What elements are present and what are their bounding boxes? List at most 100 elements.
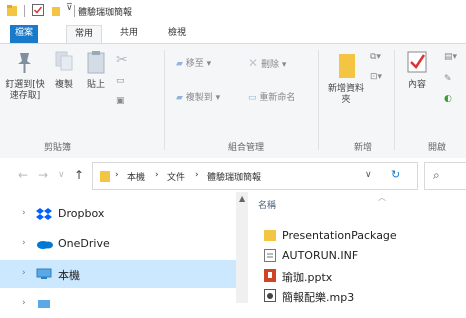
- column-header-name[interactable]: 名稱: [258, 198, 276, 211]
- address-box[interactable]: › 本機 › 文件 › 體驗瑞珈簡報 ∨ ↻: [92, 162, 418, 190]
- properties-icon: [407, 51, 427, 73]
- group-clipboard-label: 剪貼簿: [44, 143, 72, 153]
- file-name: PresentationPackage: [282, 229, 397, 242]
- nav-item-onedrive[interactable]: › OneDrive: [0, 230, 236, 258]
- separator: [394, 50, 395, 150]
- separator: [318, 50, 319, 150]
- folder-icon: [264, 230, 276, 241]
- folder-icon: [7, 5, 17, 16]
- breadcrumb-chevron-icon[interactable]: ›: [155, 170, 159, 180]
- rename-label: 重新命名: [259, 93, 296, 103]
- refresh-icon[interactable]: ↻: [391, 168, 400, 181]
- recent-chevron-icon[interactable]: ∨: [58, 170, 65, 180]
- expand-chevron-icon[interactable]: ›: [22, 268, 26, 278]
- scroll-up-arrow-icon[interactable]: ▲: [239, 194, 245, 203]
- address-bar-row: ← → ∨ ↑ › 本機 › 文件 › 體驗瑞珈簡報 ∨ ↻ ⌕: [0, 158, 466, 193]
- search-input[interactable]: ⌕: [424, 162, 466, 190]
- nav-item-network[interactable]: ›: [0, 290, 236, 318]
- nav-item-this-pc[interactable]: › 本機: [0, 260, 236, 288]
- ribbon: 釘選到[快速存取] 複製 貼上 ✂ ▭ ▣ 剪貼簿 ▰ 移至 ▾ ▰ 複製到 ▾…: [0, 43, 466, 159]
- new-folder-label: 新增資料夾: [328, 84, 365, 105]
- nav-item-label: Dropbox: [58, 207, 105, 220]
- properties-check-icon[interactable]: [32, 4, 45, 17]
- copy-to-icon: ▰: [176, 93, 183, 103]
- window-title: 體驗瑞珈簡報: [78, 8, 133, 18]
- new-folder-icon: [339, 54, 355, 78]
- breadcrumb-chevron-icon[interactable]: ›: [195, 170, 199, 180]
- dropbox-icon: [36, 208, 52, 220]
- breadcrumb-current-folder[interactable]: 體驗瑞珈簡報: [207, 170, 261, 183]
- paste-button[interactable]: 貼上: [82, 50, 110, 91]
- copy-to-label: 複製到: [185, 93, 213, 103]
- expand-chevron-icon[interactable]: ›: [22, 298, 26, 308]
- delete-icon: ✕: [248, 56, 259, 70]
- new-folder-quick-icon[interactable]: [51, 4, 62, 18]
- tab-view[interactable]: 檢視: [160, 25, 194, 42]
- onedrive-cloud-icon: [37, 241, 53, 249]
- breadcrumb-this-pc[interactable]: 本機: [127, 170, 145, 183]
- new-item-icon[interactable]: ⧉▾: [370, 52, 381, 62]
- copy-icon: [55, 51, 73, 71]
- computer-icon: [36, 268, 52, 279]
- properties-button[interactable]: 內容: [402, 50, 432, 91]
- file-row[interactable]: AUTORUN.INF: [248, 246, 466, 266]
- group-new-label: 新增: [354, 143, 373, 153]
- powerpoint-icon: [264, 269, 276, 282]
- separator: [74, 5, 75, 17]
- tab-home[interactable]: 常用: [66, 25, 103, 43]
- pin-quick-access-button[interactable]: 釘選到[快速存取]: [4, 50, 46, 102]
- up-arrow-icon[interactable]: ↑: [74, 168, 84, 182]
- navigation-scrollbar[interactable]: ▲: [236, 192, 248, 303]
- copy-label: 複製: [54, 80, 73, 90]
- open-icon[interactable]: ▤▾: [444, 52, 457, 62]
- file-row[interactable]: PresentationPackage: [248, 226, 466, 246]
- tab-file[interactable]: 檔案: [10, 25, 38, 45]
- nav-item-label: 本機: [58, 269, 80, 282]
- pin-quick-access-label: 釘選到[快速存取]: [5, 80, 45, 101]
- audio-file-icon: [264, 289, 276, 302]
- folder-icon: [100, 171, 110, 182]
- cut-icon[interactable]: ✂: [116, 52, 128, 68]
- new-folder-button[interactable]: 新增資料夾: [328, 50, 364, 106]
- breadcrumb-documents[interactable]: 文件: [167, 170, 185, 183]
- properties-label: 內容: [407, 80, 426, 90]
- group-open-label: 開啟: [428, 143, 447, 153]
- copy-button[interactable]: 複製: [50, 50, 78, 91]
- paste-shortcut-icon[interactable]: ▣: [116, 96, 125, 106]
- move-to-button[interactable]: ▰ 移至 ▾: [176, 56, 211, 69]
- network-icon: [38, 300, 50, 308]
- edit-icon[interactable]: ✎: [444, 74, 452, 84]
- clipboard-icon: [87, 51, 105, 74]
- group-organize-label: 組合管理: [228, 143, 265, 153]
- separator: [24, 5, 25, 17]
- back-arrow-icon[interactable]: ←: [18, 168, 28, 182]
- file-name: 瑜珈.pptx: [282, 271, 333, 284]
- nav-item-dropbox[interactable]: › Dropbox: [0, 200, 236, 228]
- setup-file-icon: [264, 249, 276, 262]
- copy-to-button[interactable]: ▰ 複製到 ▾: [176, 90, 220, 103]
- expand-chevron-icon[interactable]: ›: [22, 238, 26, 248]
- title-bar: ⊽ 體驗瑞珈簡報: [0, 0, 466, 23]
- tab-share[interactable]: 共用: [112, 25, 146, 42]
- copy-path-icon[interactable]: ▭: [116, 76, 125, 86]
- pin-icon: [18, 53, 31, 73]
- file-list-pane: ︿ 名稱 PresentationPackage AUTORUN.INF 瑜珈.…: [248, 192, 466, 306]
- forward-arrow-icon[interactable]: →: [38, 168, 48, 182]
- nav-item-label: OneDrive: [58, 237, 110, 250]
- file-row[interactable]: 簡報配樂.mp3: [248, 286, 466, 306]
- quick-access-dropdown-icon[interactable]: ⊽: [66, 3, 73, 13]
- file-row[interactable]: 瑜珈.pptx: [248, 266, 466, 286]
- address-dropdown-icon[interactable]: ∨: [365, 170, 372, 180]
- move-to-label: 移至: [185, 59, 204, 69]
- sort-chevron-icon: ︿: [378, 193, 386, 202]
- breadcrumb-chevron-icon[interactable]: ›: [115, 170, 119, 180]
- rename-icon: ▭: [248, 93, 257, 103]
- history-icon[interactable]: ◐: [444, 94, 452, 104]
- expand-chevron-icon[interactable]: ›: [22, 208, 26, 218]
- move-to-icon: ▰: [176, 59, 183, 69]
- easy-access-icon[interactable]: ⊡▾: [370, 72, 382, 82]
- delete-label: 刪除: [260, 60, 279, 70]
- delete-button[interactable]: ✕ 刪除 ▾: [248, 56, 286, 70]
- rename-button[interactable]: ▭ 重新命名: [248, 90, 295, 103]
- search-icon: ⌕: [433, 168, 440, 182]
